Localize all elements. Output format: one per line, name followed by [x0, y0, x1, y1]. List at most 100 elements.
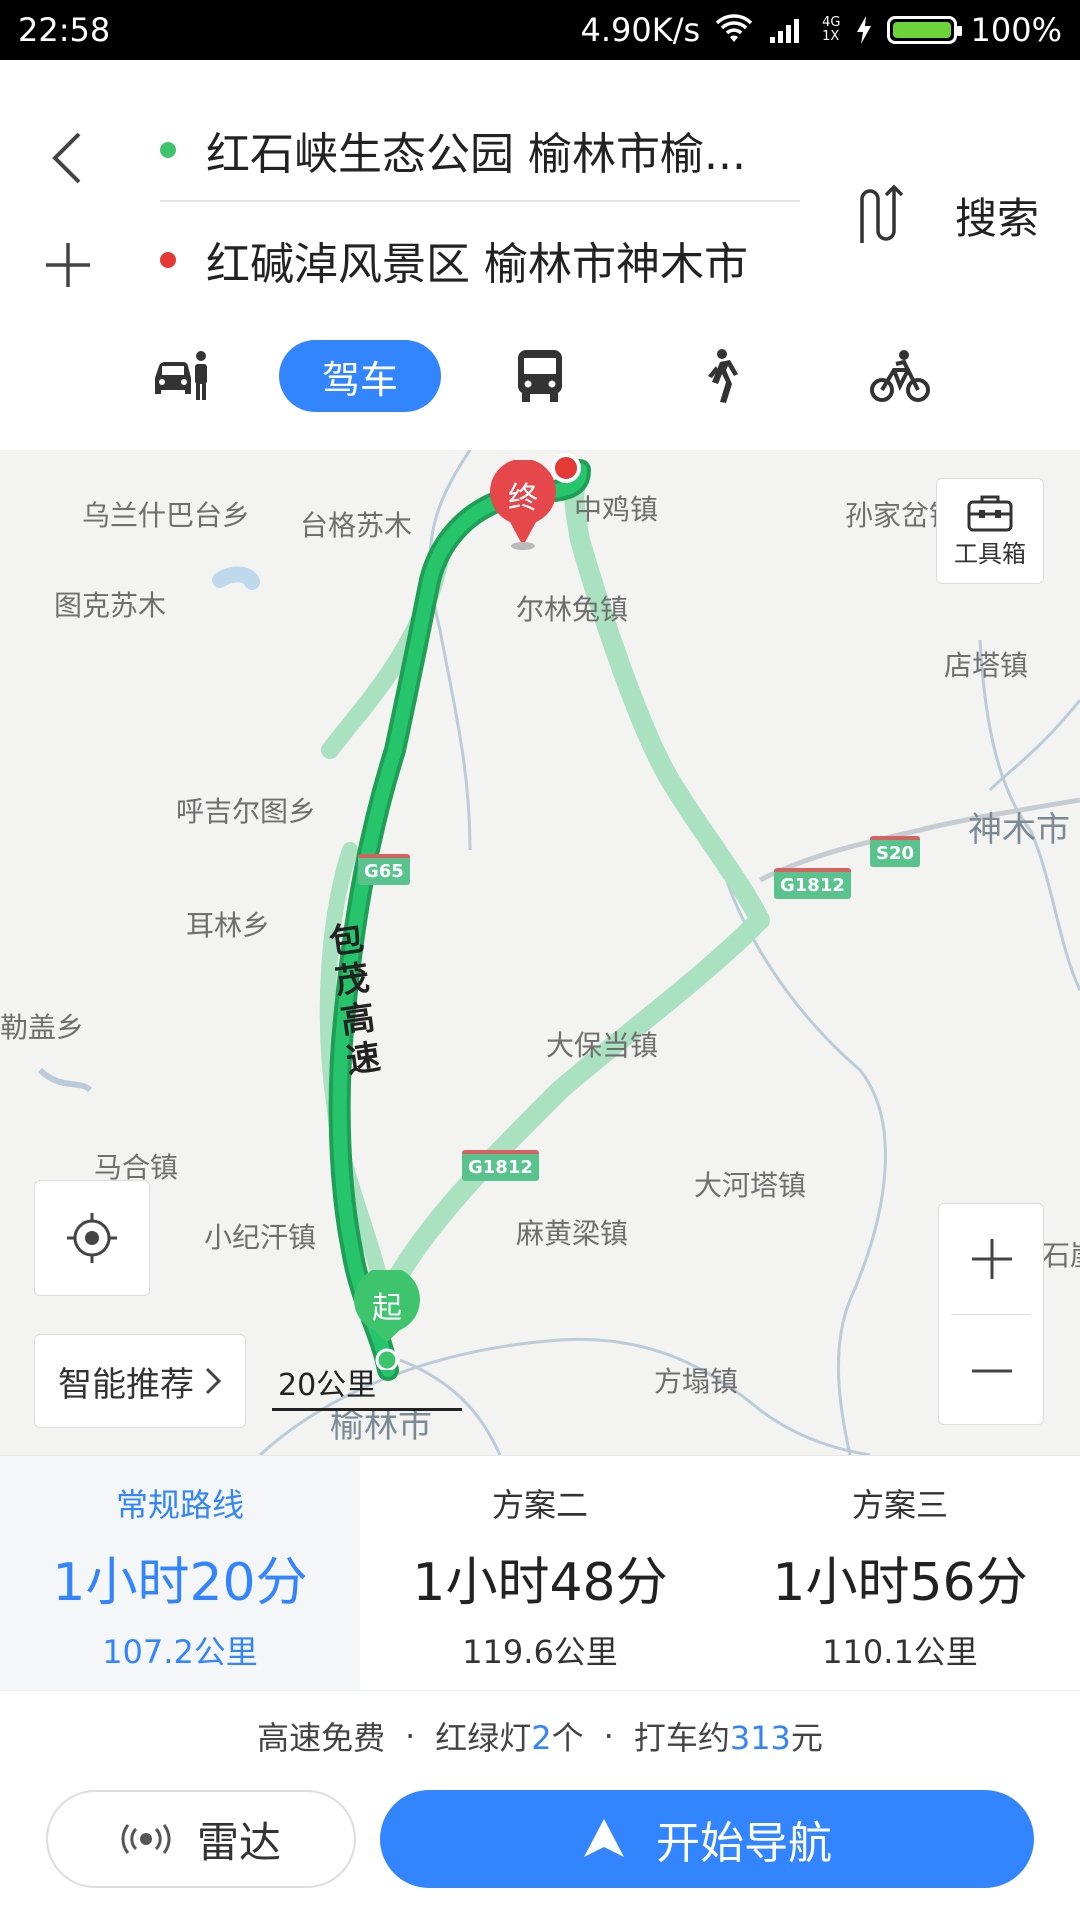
place-label: 神木市 [968, 810, 1070, 850]
road-shield: G1812 [774, 868, 851, 899]
plan-name: 方案三 [851, 1486, 948, 1524]
plan-time: 1小时20分 [52, 1553, 308, 1613]
smart-recommend-label: 智能推荐 [58, 1364, 194, 1405]
plan-time: 1小时56分 [772, 1553, 1028, 1613]
field-divider [160, 200, 800, 202]
travel-mode-bar: 驾车 [0, 340, 1080, 420]
route-map[interactable]: 乌兰什巴台乡 台格苏木 中鸡镇 孙家岔镇 图克苏木 尔林兔镇 店塔镇 呼吉尔图乡… [0, 450, 1080, 1455]
place-label: 麻黄梁镇 [516, 1217, 629, 1250]
zoom-out-button[interactable] [939, 1316, 1045, 1426]
plan-option[interactable]: 方案三 1小时56分 110.1公里 [720, 1456, 1080, 1690]
plus-icon [972, 1239, 1012, 1279]
radar-label: 雷达 [196, 1817, 281, 1867]
taxi-icon [155, 351, 207, 400]
locate-icon [67, 1213, 117, 1263]
zoom-divider [951, 1314, 1031, 1315]
mode-bus[interactable] [504, 340, 576, 412]
toolbox-button[interactable]: 工具箱 [936, 478, 1044, 584]
place-label: 尔林兔镇 [516, 593, 629, 626]
status-time: 22:58 [18, 11, 111, 49]
end-pin-label: 终 [508, 481, 538, 516]
place-label: 石崖 [1042, 1239, 1080, 1272]
toll-info: 高速免费 [257, 1718, 386, 1757]
destination-text: 红碱淖风景区 榆林市神木市 [206, 239, 748, 290]
wifi-icon [715, 14, 753, 42]
chevron-left-icon [52, 132, 81, 184]
place-label: 乌兰什巴台乡 [82, 499, 251, 532]
place-label: 方塌镇 [654, 1365, 739, 1398]
place-label: 呼吉尔图乡 [176, 795, 317, 828]
start-navigation-label: 开始导航 [656, 1818, 832, 1869]
place-label: 中鸡镇 [574, 493, 659, 526]
place-label: 大保当镇 [546, 1029, 659, 1062]
origin-field[interactable]: 红石峡生态公园 榆林市榆... [160, 110, 800, 190]
search-button[interactable]: 搜索 [955, 170, 1039, 260]
toolbox-icon [967, 495, 1013, 531]
battery-level: 100% [970, 11, 1062, 49]
taxi-price-info: 打车约313元 [633, 1718, 823, 1757]
status-bar: 22:58 4.90K/s 4G 1X 100% [0, 0, 1080, 60]
map-scale: 20公里 [272, 1360, 462, 1411]
road-shield: S20 [870, 836, 921, 867]
destination-field[interactable]: 红碱淖风景区 榆林市神木市 [160, 220, 800, 300]
zoom-control [938, 1203, 1044, 1425]
route-header: 红石峡生态公园 榆林市榆... 红碱淖风景区 榆林市神木市 搜索 驾车 [0, 60, 1080, 450]
place-label: 小纪汗镇 [204, 1221, 317, 1254]
navigation-arrow-icon [584, 1819, 624, 1857]
road-shield: G1812 [462, 1150, 539, 1181]
start-navigation-button[interactable]: 开始导航 [380, 1790, 1034, 1888]
info-separator: · [603, 1716, 614, 1755]
bus-icon [518, 350, 562, 402]
place-label: 大河塔镇 [694, 1169, 807, 1202]
swap-icon [860, 184, 904, 243]
toolbox-label: 工具箱 [954, 539, 1026, 568]
bike-icon [870, 350, 930, 402]
scale-bar [272, 1408, 462, 1411]
plan-time: 1小时48分 [412, 1553, 668, 1613]
road-shield: G65 [358, 854, 410, 885]
zoom-in-button[interactable] [939, 1204, 1045, 1314]
radar-icon [121, 1824, 171, 1854]
plan-distance: 107.2公里 [102, 1633, 258, 1671]
destination-dot [160, 252, 176, 268]
info-separator: · [405, 1716, 416, 1755]
plan-option[interactable]: 方案二 1小时48分 119.6公里 [360, 1456, 720, 1690]
start-pin[interactable]: 起 [352, 1266, 422, 1372]
mode-bike[interactable] [864, 340, 936, 412]
plan-option[interactable]: 常规路线 1小时20分 107.2公里 [0, 1456, 360, 1690]
origin-dot [160, 142, 176, 158]
radar-button[interactable]: 雷达 [46, 1790, 356, 1888]
origin-text: 红石峡生态公园 榆林市榆... [206, 129, 746, 180]
mode-taxi[interactable] [146, 340, 218, 412]
signal-icon [770, 19, 800, 43]
plan-name: 常规路线 [115, 1486, 244, 1524]
start-pin-label: 起 [372, 1291, 402, 1326]
route-plans: 常规路线 1小时20分 107.2公里 方案二 1小时48分 119.6公里 方… [0, 1455, 1080, 1690]
swap-button[interactable] [852, 170, 912, 260]
mode-drive[interactable]: 驾车 [279, 340, 441, 412]
back-button[interactable] [38, 118, 94, 198]
battery-icon [886, 16, 962, 44]
place-label: 图克苏木 [54, 589, 167, 622]
plus-icon [46, 243, 90, 287]
smart-recommend-button[interactable]: 智能推荐 [34, 1334, 246, 1428]
place-label: 勒盖乡 [0, 1011, 85, 1044]
place-label: 台格苏木 [300, 509, 413, 542]
network-speed: 4.90K/s [580, 11, 701, 49]
charging-icon [856, 16, 871, 44]
walk-icon [708, 349, 738, 403]
signal-labels: 4G 1X [822, 15, 841, 44]
end-pin[interactable]: 终 [488, 458, 558, 550]
add-waypoint-button[interactable] [38, 225, 98, 305]
place-label: 耳林乡 [186, 909, 271, 942]
mode-walk[interactable] [684, 340, 756, 412]
chevron-right-icon [205, 1367, 222, 1395]
minus-icon [972, 1369, 1012, 1373]
plan-distance: 119.6公里 [462, 1633, 618, 1671]
place-label: 店塔镇 [944, 649, 1029, 682]
scale-label: 20公里 [278, 1368, 377, 1403]
locate-button[interactable] [34, 1180, 150, 1296]
traffic-lights-info: 红绿灯2个 [435, 1718, 584, 1757]
plan-distance: 110.1公里 [822, 1633, 978, 1671]
plan-name: 方案二 [491, 1486, 588, 1524]
